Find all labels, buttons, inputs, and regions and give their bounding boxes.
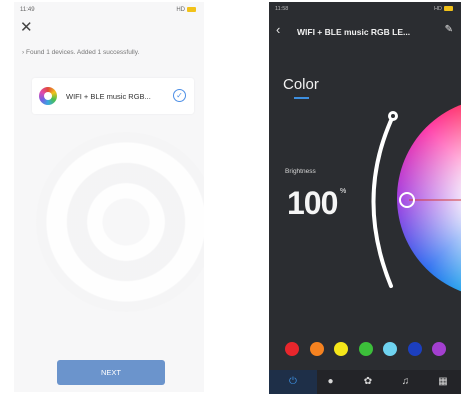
swatch-green[interactable] [358, 342, 373, 356]
next-button[interactable]: NEXT [57, 360, 165, 385]
screenshot-stage: 11:49 HD ✕ › Found 1 devices. Added 1 su… [0, 0, 469, 396]
grid-icon: ▦ [438, 376, 448, 387]
brightness-handle-dot [391, 114, 395, 118]
check-icon: ✓ [173, 89, 186, 102]
bulb-icon: ● [327, 376, 334, 387]
bottom-nav: ⏻ ● ✿ ♫ ▦ [269, 370, 461, 394]
swatch-cyan[interactable] [383, 342, 397, 356]
swatch-blue[interactable] [407, 342, 422, 356]
nav-palette[interactable]: ✿ [356, 374, 380, 390]
nav-grid[interactable]: ▦ [431, 374, 455, 390]
swatch-red[interactable] [285, 342, 299, 356]
device-name: WIFI + BLE music RGB... [66, 92, 151, 101]
brightness-label: Brightness [285, 168, 316, 175]
device-logo-icon [39, 87, 57, 105]
found-message-text: Found 1 devices. Added 1 successfully. [25, 49, 140, 56]
nav-power[interactable]: ⏻ [281, 374, 305, 390]
add-device-screen: 11:49 HD ✕ › Found 1 devices. Added 1 su… [14, 2, 204, 392]
power-icon: ⏻ [289, 376, 297, 387]
swatch-orange[interactable] [309, 342, 324, 356]
battery-icon [187, 7, 196, 12]
close-icon[interactable]: ✕ [20, 20, 33, 35]
brightness-unit: % [340, 188, 347, 195]
color-control-screen: 11:58 HD ‹ WIFI + BLE music RGB LE... ✎ … [269, 2, 461, 394]
device-card[interactable]: WIFI + BLE music RGB... ✓ [32, 78, 194, 114]
status-right: HD [176, 7, 196, 13]
color-swatches [285, 342, 455, 358]
palette-icon: ✿ [363, 376, 373, 387]
brightness-arc[interactable] [371, 114, 395, 288]
status-hd: HD [176, 7, 185, 14]
found-message: › Found 1 devices. Added 1 successfully. [22, 49, 140, 56]
background-ripple [36, 132, 204, 312]
brightness-value: 100 [287, 185, 338, 221]
nav-bulb[interactable]: ● [319, 374, 343, 390]
music-icon: ♫ [401, 376, 410, 387]
status-time: 11:49 [20, 7, 35, 13]
swatch-purple[interactable] [432, 342, 446, 356]
swatch-yellow[interactable] [334, 342, 348, 356]
nav-music[interactable]: ♫ [394, 374, 418, 390]
status-bar: 11:49 HD [14, 2, 204, 18]
